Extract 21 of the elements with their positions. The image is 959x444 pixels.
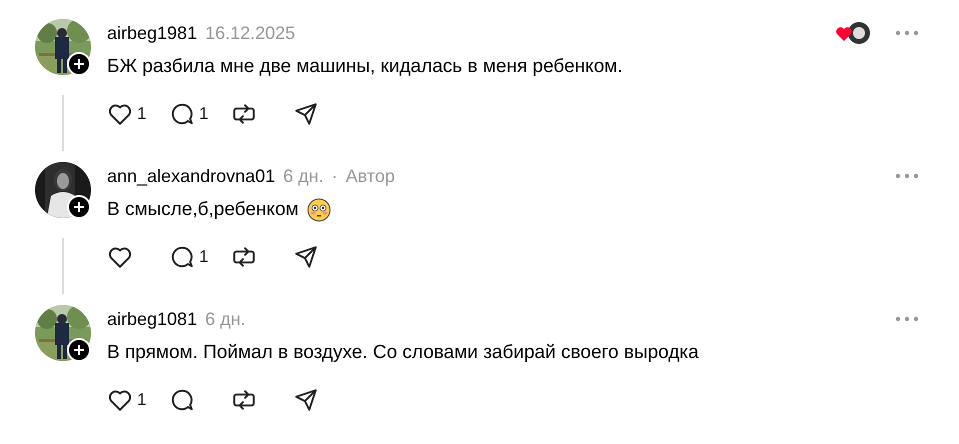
timestamp: 6 дн. (283, 166, 324, 186)
follow-button[interactable] (67, 338, 91, 362)
more-icon[interactable] (895, 173, 919, 179)
like-button[interactable]: 1 (107, 101, 147, 127)
username[interactable]: airbeg1081 (107, 308, 198, 330)
separator-dot: · (332, 166, 338, 186)
comment-text: В прямом. Поймал в воздухе. Со словами забирай своего выродка (107, 342, 699, 364)
more-icon[interactable] (895, 30, 919, 36)
timestamp: 16.12.2025 (205, 22, 296, 44)
reply-button[interactable]: 1 (169, 101, 209, 127)
username[interactable]: airbeg1981 (107, 22, 198, 44)
comment-text: БЖ разбила мне две машины, кидалась в меня ребенком. (107, 56, 623, 78)
comment-text: В смысле,б,ребенком (107, 199, 299, 221)
follow-button[interactable] (67, 195, 91, 219)
username[interactable]: ann_alexandrovna01 (107, 166, 276, 186)
like-button[interactable]: 1 (107, 387, 147, 413)
reply-button[interactable]: 1 (169, 244, 209, 270)
follow-button[interactable] (67, 52, 91, 76)
author-label: Автор (346, 166, 395, 186)
more-icon[interactable] (895, 316, 919, 322)
timestamp: 6 дн. (205, 308, 246, 330)
